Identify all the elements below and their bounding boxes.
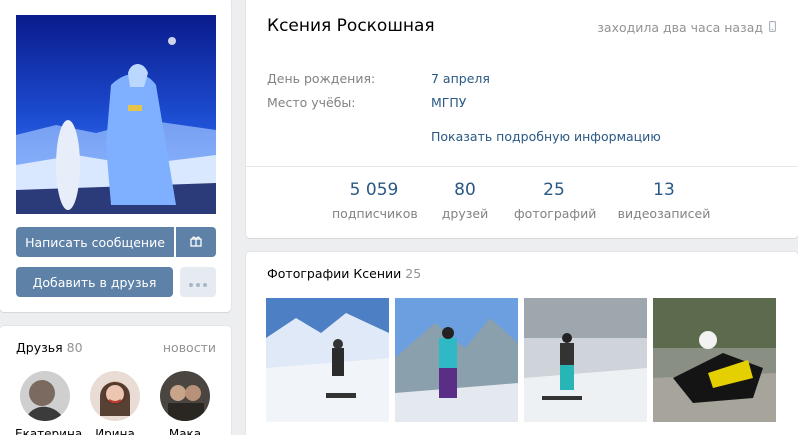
profile-info-card: Ксения Роскошная заходила два часа назад… (246, 0, 798, 238)
divider (246, 166, 798, 167)
counter-photos[interactable]: 25 фотографий (514, 180, 597, 221)
friend-avatar (20, 371, 70, 421)
photos-title-label: Фотографии Ксении (267, 266, 402, 281)
friend-item[interactable]: Мака (155, 371, 215, 435)
counter-label: фотографий (514, 206, 597, 221)
send-gift-button[interactable] (176, 227, 216, 257)
friends-count: 80 (66, 340, 83, 355)
write-message-label: Написать сообщение (25, 234, 165, 250)
photos-card: Фотографии Ксении 25 (246, 252, 798, 435)
counter-value: 5 059 (349, 180, 399, 200)
counter-label: друзей (441, 206, 489, 221)
counter-friends[interactable]: 80 друзей (439, 180, 491, 221)
friends-news-link[interactable]: новости (163, 340, 216, 355)
counter-value: 13 (653, 180, 675, 200)
photos-count: 25 (405, 266, 422, 281)
more-dots-icon (189, 275, 207, 290)
friend-item[interactable]: Ирина (85, 371, 145, 435)
counter-label: видеозаписей (617, 206, 711, 221)
friend-avatar (90, 371, 140, 421)
counter-label: подписчиков (332, 206, 418, 221)
photo-thumbnail[interactable] (653, 298, 776, 422)
mobile-phone-icon (769, 20, 776, 35)
counter-value: 80 (454, 180, 476, 200)
photos-title[interactable]: Фотографии Ксении 25 (267, 266, 421, 281)
friends-card: Друзья 80 новости Екатерина Ирина Мака (0, 326, 231, 435)
info-value-birthday[interactable]: 7 апреля (431, 71, 490, 86)
friend-name: Ирина (95, 427, 135, 435)
last-seen-text: заходила два часа назад (597, 20, 763, 35)
write-message-button[interactable]: Написать сообщение (16, 227, 174, 257)
friend-item[interactable]: Екатерина (15, 371, 83, 435)
info-row-education: Место учёбы: МГПУ (267, 95, 466, 110)
more-actions-button[interactable] (180, 267, 216, 297)
info-value-education[interactable]: МГПУ (431, 95, 466, 110)
friend-name: Мака (168, 427, 202, 435)
photo-thumbnail[interactable] (266, 298, 389, 422)
show-more-info-link[interactable]: Показать подробную информацию (431, 129, 661, 144)
gift-icon (190, 235, 202, 250)
friends-title-label: Друзья (16, 340, 63, 355)
friends-title[interactable]: Друзья 80 (16, 340, 83, 355)
info-label: Место учёбы: (267, 95, 356, 110)
info-row-birthday: День рождения: 7 апреля (267, 71, 490, 86)
photo-thumbnail[interactable] (524, 298, 647, 422)
counter-value: 25 (543, 180, 565, 200)
photo-thumbnail[interactable] (395, 298, 518, 422)
last-seen-status: заходила два часа назад (597, 20, 776, 35)
friend-name: Екатерина (15, 427, 83, 435)
profile-photo[interactable] (16, 15, 216, 214)
add-friend-button[interactable]: Добавить в друзья (16, 267, 173, 297)
info-label: День рождения: (267, 71, 376, 86)
add-friend-label: Добавить в друзья (32, 274, 157, 290)
counter-followers[interactable]: 5 059 подписчиков (332, 180, 418, 221)
friend-avatar (160, 371, 210, 421)
profile-name: Ксения Роскошная (267, 16, 435, 36)
counter-videos[interactable]: 13 видеозаписей (616, 180, 712, 221)
avatar-card: Написать сообщение Добавить в друзья (0, 0, 231, 312)
